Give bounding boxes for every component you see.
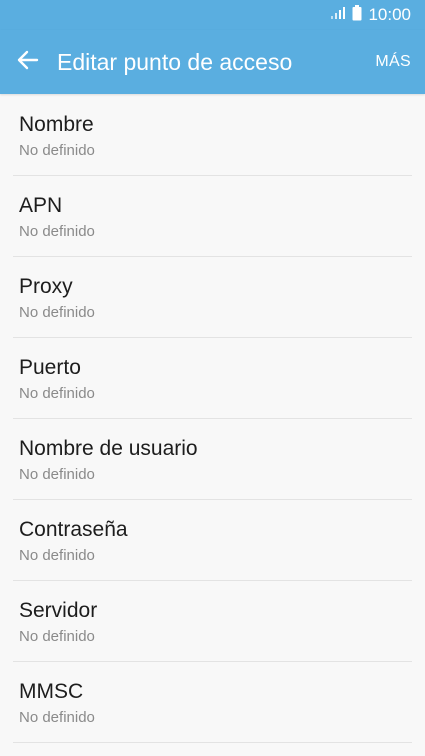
list-item-servidor[interactable]: Servidor No definido: [13, 581, 412, 662]
item-title: APN: [19, 194, 63, 217]
settings-list: Nombre No definido APN No definido Proxy…: [0, 95, 425, 743]
battery-icon: [352, 4, 362, 26]
list-item-puerto[interactable]: Puerto No definido: [13, 338, 412, 419]
item-summary: No definido: [19, 142, 95, 159]
item-title: Proxy: [19, 275, 73, 298]
status-bar: 10:00: [0, 0, 425, 30]
app-bar: Editar punto de acceso MÁS: [0, 30, 425, 94]
item-summary: No definido: [19, 628, 95, 645]
back-button[interactable]: [8, 42, 48, 82]
item-title: Contraseña: [19, 518, 128, 541]
list-item-proxy[interactable]: Proxy No definido: [13, 257, 412, 338]
item-title: Puerto: [19, 356, 81, 379]
item-title: Servidor: [19, 599, 98, 622]
item-summary: No definido: [19, 223, 95, 240]
more-button[interactable]: MÁS: [375, 30, 411, 94]
item-summary: No definido: [19, 304, 95, 321]
signal-icon: [330, 6, 346, 25]
status-icons: 10:00: [330, 4, 411, 26]
list-item-contrasena[interactable]: Contraseña No definido: [13, 500, 412, 581]
list-item-nombre-de-usuario[interactable]: Nombre de usuario No definido: [13, 419, 412, 500]
list-item-mmsc[interactable]: MMSC No definido: [13, 662, 412, 743]
item-title: Nombre de usuario: [19, 437, 198, 460]
page-title: Editar punto de acceso: [57, 49, 293, 75]
item-summary: No definido: [19, 385, 95, 402]
item-summary: No definido: [19, 709, 95, 726]
list-item-apn[interactable]: APN No definido: [13, 176, 412, 257]
item-title: MMSC: [19, 680, 84, 703]
status-time: 10:00: [368, 5, 411, 24]
item-summary: No definido: [19, 466, 95, 483]
list-item-nombre[interactable]: Nombre No definido: [13, 95, 412, 176]
arrow-left-icon: [17, 50, 39, 75]
item-title: Nombre: [19, 113, 94, 136]
item-summary: No definido: [19, 547, 95, 564]
